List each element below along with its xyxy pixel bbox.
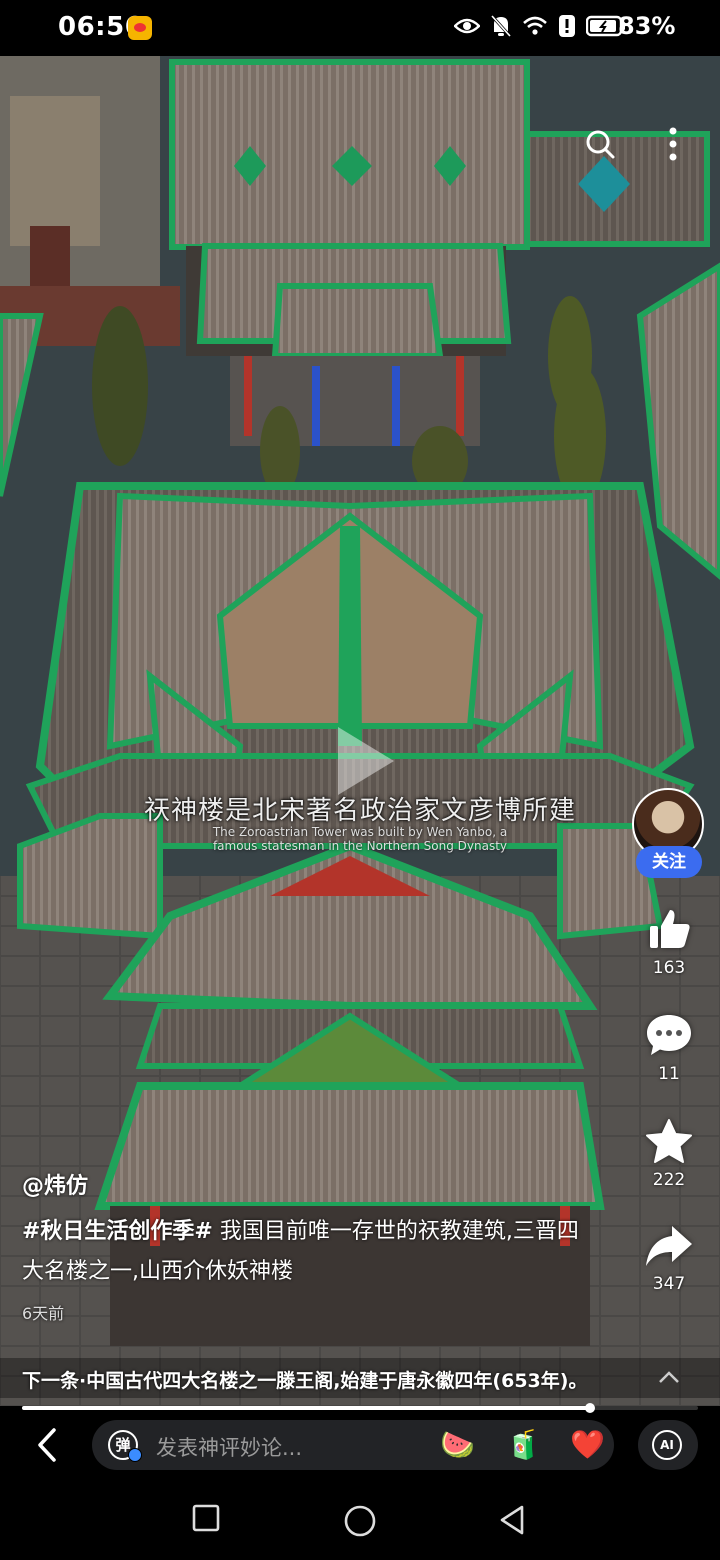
back-arrow-icon[interactable] [34, 1426, 62, 1464]
post-time: 6天前 [22, 1304, 65, 1323]
progress-handle[interactable] [584, 1403, 595, 1413]
heart-emoji[interactable]: ❤️ [570, 1428, 605, 1462]
video-player[interactable] [0, 56, 720, 1406]
video-progress-bar[interactable] [22, 1403, 698, 1413]
favorite-count: 222 [652, 1170, 686, 1190]
more-options-icon[interactable] [668, 126, 678, 162]
back-triangle-icon[interactable] [498, 1504, 526, 1536]
share-arrow-icon [646, 1226, 692, 1266]
search-icon[interactable] [584, 128, 616, 160]
follow-button[interactable]: 关注 [636, 846, 702, 878]
ai-button[interactable]: AI [638, 1420, 698, 1470]
bell-off-icon [490, 14, 512, 38]
chevron-up-icon[interactable] [658, 1370, 680, 1384]
next-video-title[interactable]: 下一条·中国古代四大名楼之一滕王阁,始建于唐永徽四年(653年)。 [22, 1366, 587, 1393]
hashtag-link[interactable]: #秋日生活创作季# [22, 1219, 213, 1244]
eye-icon [454, 18, 480, 34]
home-icon[interactable] [343, 1504, 377, 1538]
subtitle-english: The Zoroastrian Tower was built by Wen Y… [212, 825, 508, 853]
author-name[interactable]: @炜仿 [22, 1168, 88, 1200]
share-button[interactable]: 347 [628, 1224, 710, 1294]
comment-count: 11 [658, 1064, 680, 1084]
comment-placeholder: 发表神评妙论... [156, 1436, 303, 1460]
progress-fill [22, 1406, 590, 1410]
status-icons [454, 14, 626, 38]
wifi-icon [523, 16, 547, 35]
watermelon-emoji[interactable]: 🍉 [440, 1428, 475, 1462]
favorite-button[interactable]: 222 [628, 1118, 710, 1190]
check-badge-icon [128, 1448, 142, 1462]
share-count: 347 [652, 1274, 686, 1294]
like-count: 163 [652, 958, 686, 978]
thumbs-up-icon [650, 910, 690, 948]
drink-emoji[interactable]: 🧃 [506, 1428, 541, 1462]
alert-icon [559, 15, 575, 37]
comment-icon [647, 1015, 691, 1055]
subtitle-chinese: 祆神楼是北宋著名政治家文彦博所建 [143, 796, 576, 826]
play-icon[interactable] [330, 721, 400, 801]
ai-icon: AI [652, 1430, 682, 1460]
status-bar: 06:56 83% [0, 0, 720, 56]
recents-icon[interactable] [192, 1504, 220, 1532]
video-description: #秋日生活创作季# 我国目前唯一存世的祆教建筑,三晋四大名楼之一,山西介休妖神楼 [22, 1212, 592, 1292]
like-button[interactable]: 163 [628, 906, 710, 978]
comment-button[interactable]: 11 [628, 1012, 710, 1084]
star-icon [646, 1119, 692, 1163]
battery-percent: 83% [618, 12, 676, 40]
weibo-notification-icon [128, 16, 152, 40]
